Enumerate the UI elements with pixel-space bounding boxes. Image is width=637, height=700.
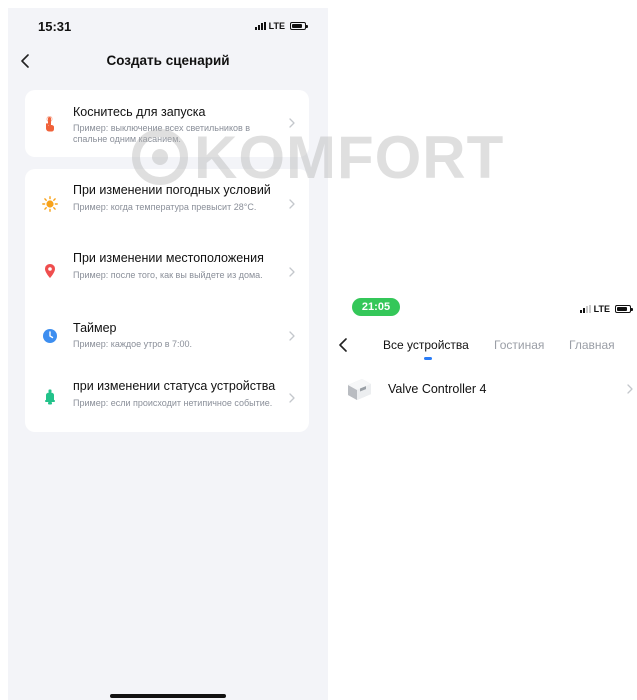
chevron-left-icon bbox=[339, 338, 347, 352]
status-time: 15:31 bbox=[38, 19, 72, 34]
left-phone-screen: 15:31 LTE Создать сценарий Коснитесь для… bbox=[8, 8, 328, 700]
navigation-bar: Создать сценарий bbox=[8, 44, 328, 78]
trigger-description: Пример: если происходит нетипичное событ… bbox=[73, 398, 273, 408]
trigger-title: При изменении погодных условий bbox=[73, 183, 271, 197]
room-tabs: Все устройства Гостиная Главная bbox=[330, 330, 637, 360]
sun-icon bbox=[42, 196, 58, 212]
device-list-item[interactable]: Valve Controller 4 bbox=[330, 370, 637, 410]
active-tab-indicator bbox=[424, 357, 432, 360]
trigger-option-device-status[interactable]: при изменении статуса устройства Пример:… bbox=[25, 365, 309, 432]
tab-living-room[interactable]: Гостиная bbox=[494, 338, 544, 352]
tab-all-devices[interactable]: Все устройства bbox=[383, 338, 469, 352]
trigger-description: Пример: когда температура превысит 28°C. bbox=[73, 202, 257, 212]
page-title: Создать сценарий bbox=[106, 53, 230, 68]
device-name: Valve Controller 4 bbox=[388, 382, 487, 396]
trigger-option-weather[interactable]: При изменении погодных условий Пример: к… bbox=[25, 169, 309, 235]
tap-hand-icon bbox=[42, 116, 58, 132]
network-type: LTE bbox=[268, 21, 285, 31]
trigger-description: Пример: выключение всех светильников в с… bbox=[73, 123, 251, 144]
trigger-title: при изменении статуса устройства bbox=[73, 379, 276, 393]
chevron-right-icon bbox=[289, 393, 295, 403]
device-status-icon bbox=[42, 389, 58, 405]
trigger-title: Коснитесь для запуска bbox=[73, 105, 206, 119]
back-button[interactable] bbox=[332, 334, 354, 356]
trigger-card-automation: При изменении погодных условий Пример: к… bbox=[25, 169, 309, 432]
trigger-description: Пример: после того, как вы выйдете из до… bbox=[73, 270, 263, 280]
trigger-card-manual: Коснитесь для запуска Пример: выключение… bbox=[25, 90, 309, 157]
battery-icon bbox=[615, 305, 633, 313]
trigger-option-tap[interactable]: Коснитесь для запуска Пример: выключение… bbox=[25, 90, 309, 157]
trigger-title: Таймер bbox=[73, 321, 117, 335]
status-indicators: LTE bbox=[254, 21, 308, 31]
trigger-title: При изменении местоположения bbox=[73, 251, 264, 265]
location-pin-icon bbox=[42, 263, 58, 279]
right-phone-screen: 21:05 LTE Все устройства Гостиная Главна… bbox=[330, 290, 637, 700]
status-time: 21:05 bbox=[352, 298, 400, 316]
chevron-right-icon bbox=[627, 384, 633, 394]
chevron-right-icon bbox=[289, 267, 295, 277]
valve-controller-icon bbox=[348, 379, 371, 400]
trigger-description: Пример: каждое утро в 7:00. bbox=[73, 339, 193, 349]
battery-icon bbox=[290, 22, 308, 30]
clock-icon bbox=[42, 328, 58, 344]
home-indicator bbox=[110, 694, 226, 698]
chevron-right-icon bbox=[289, 199, 295, 209]
signal-icon bbox=[254, 22, 266, 30]
trigger-option-location[interactable]: При изменении местоположения Пример: пос… bbox=[25, 235, 309, 303]
signal-icon bbox=[579, 305, 591, 313]
network-type: LTE bbox=[593, 304, 610, 314]
tab-main[interactable]: Главная bbox=[569, 338, 615, 352]
status-indicators: LTE bbox=[579, 304, 633, 314]
trigger-option-timer[interactable]: Таймер Пример: каждое утро в 7:00. bbox=[25, 303, 309, 365]
chevron-right-icon bbox=[289, 331, 295, 341]
status-bar: 15:31 LTE bbox=[8, 8, 328, 44]
chevron-right-icon bbox=[289, 118, 295, 128]
